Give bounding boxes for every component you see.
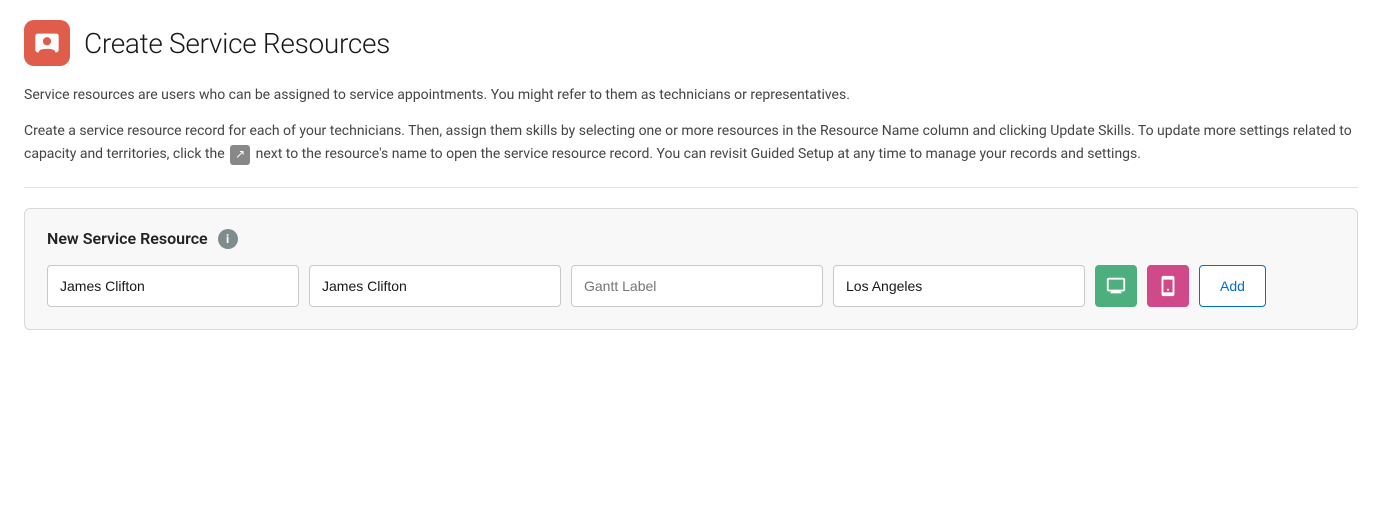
app-icon — [24, 20, 70, 66]
description-block: Service resources are users who can be a… — [24, 84, 1358, 167]
header-row: Create Service Resources — [24, 20, 1358, 66]
monitor-icon-button[interactable] — [1095, 265, 1137, 307]
add-button[interactable]: Add — [1199, 265, 1266, 307]
info-icon[interactable]: i — [218, 229, 238, 249]
description-line2-part2: next to the resource's name to open the … — [256, 146, 1141, 162]
mobile-icon-button[interactable] — [1147, 265, 1189, 307]
resource-card-header: New Service Resource i — [47, 229, 1335, 249]
resource-card-title: New Service Resource — [47, 229, 208, 248]
resource-card: New Service Resource i — [24, 208, 1358, 330]
resource-fields-row: Add — [47, 265, 1335, 307]
page-container: Create Service Resources Service resourc… — [24, 20, 1358, 330]
external-link-icon — [230, 145, 250, 165]
location-input[interactable] — [833, 265, 1085, 307]
description-line2: Create a service resource record for eac… — [24, 120, 1358, 166]
resource-name-input[interactable] — [309, 265, 561, 307]
gantt-label-input[interactable] — [571, 265, 823, 307]
description-line1: Service resources are users who can be a… — [24, 84, 1358, 106]
name-input[interactable] — [47, 265, 299, 307]
page-title: Create Service Resources — [84, 27, 390, 60]
section-divider — [24, 187, 1358, 188]
